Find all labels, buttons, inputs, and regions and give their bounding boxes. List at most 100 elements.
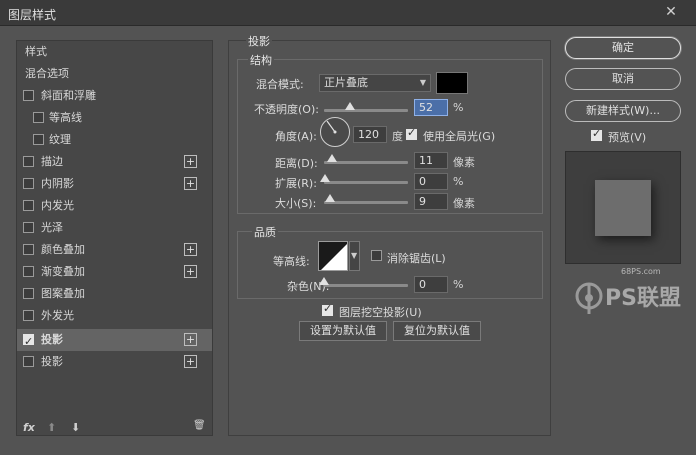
preview-label: 预览(V) bbox=[608, 131, 647, 144]
opacity-slider-track[interactable] bbox=[324, 109, 408, 112]
preview-swatch bbox=[595, 180, 651, 236]
contour-dropdown[interactable]: ▼ bbox=[349, 241, 360, 271]
outer-glow-checkbox[interactable] bbox=[23, 310, 34, 321]
spread-slider-track[interactable] bbox=[324, 181, 408, 184]
spread-unit: % bbox=[453, 175, 464, 188]
preview-checkbox[interactable] bbox=[591, 127, 602, 141]
satin-checkbox[interactable] bbox=[23, 222, 34, 233]
sidebar-item-label: 内发光 bbox=[41, 199, 74, 212]
shadow-color-swatch[interactable] bbox=[436, 72, 468, 94]
fx-icon[interactable]: fx bbox=[23, 421, 35, 434]
contour-checkbox[interactable] bbox=[33, 112, 44, 123]
watermark-site: 68PS.com bbox=[621, 267, 661, 276]
structure-title: 结构 bbox=[248, 52, 274, 68]
size-input[interactable]: 9 bbox=[414, 193, 448, 210]
opacity-label: 不透明度(O): bbox=[254, 103, 319, 116]
add-color-overlay-button[interactable]: + bbox=[184, 243, 197, 256]
sidebar-item-label: 颜色叠加 bbox=[41, 243, 85, 256]
sidebar-item-drop-shadow-1[interactable]: 投影 + bbox=[17, 329, 212, 353]
window-title: 图层样式 bbox=[8, 8, 57, 22]
spread-input[interactable]: 0 bbox=[414, 173, 448, 190]
contour-picker[interactable] bbox=[318, 241, 348, 271]
add-inner-shadow-button[interactable]: + bbox=[184, 177, 197, 190]
size-unit: 像素 bbox=[453, 197, 475, 210]
texture-checkbox[interactable] bbox=[33, 134, 44, 145]
inner-shadow-checkbox[interactable] bbox=[23, 178, 34, 189]
sidebar-item-label: 斜面和浮雕 bbox=[41, 89, 96, 102]
make-default-button[interactable]: 设置为默认值 bbox=[299, 321, 387, 341]
drop-shadow-1-checkbox[interactable] bbox=[23, 331, 34, 353]
knockout-label: 图层挖空投影(U) bbox=[339, 306, 422, 319]
add-drop-shadow-1-button[interactable]: + bbox=[184, 333, 197, 346]
noise-unit: % bbox=[453, 278, 464, 291]
contour-curve-icon bbox=[319, 242, 347, 270]
sidebar-item-inner-shadow[interactable]: 内阴影 + bbox=[17, 173, 212, 195]
new-style-button[interactable]: 新建样式(W)... bbox=[565, 100, 681, 122]
angle-dial[interactable] bbox=[320, 117, 350, 147]
sidebar-item-satin[interactable]: 光泽 bbox=[17, 217, 212, 239]
angle-label: 角度(A): bbox=[275, 130, 317, 143]
drop-shadow-2-checkbox[interactable] bbox=[23, 356, 34, 367]
sidebar-item-gradient-overlay[interactable]: 渐变叠加 + bbox=[17, 261, 212, 283]
distance-label: 距离(D): bbox=[275, 157, 318, 170]
distance-slider-thumb[interactable] bbox=[327, 154, 337, 162]
blend-mode-value: 正片叠底 bbox=[324, 76, 368, 89]
sidebar-item-blending-options[interactable]: 混合选项 bbox=[17, 63, 212, 85]
noise-slider-thumb[interactable] bbox=[319, 277, 329, 285]
noise-input[interactable]: 0 bbox=[414, 276, 448, 293]
size-slider-track[interactable] bbox=[324, 201, 408, 204]
inner-glow-checkbox[interactable] bbox=[23, 200, 34, 211]
bevel-emboss-checkbox[interactable] bbox=[23, 90, 34, 101]
gradient-overlay-checkbox[interactable] bbox=[23, 266, 34, 277]
watermark: 68PS.com PS联盟 bbox=[575, 267, 685, 328]
sidebar-item-texture[interactable]: 纹理 bbox=[17, 129, 212, 151]
sidebar-item-styles[interactable]: 样式 bbox=[17, 41, 212, 63]
blend-mode-select[interactable]: 正片叠底 ▼ bbox=[319, 74, 431, 92]
sidebar-item-label: 内阴影 bbox=[41, 177, 74, 190]
sidebar-item-label: 光泽 bbox=[41, 221, 63, 234]
noise-slider-track[interactable] bbox=[324, 284, 408, 287]
watermark-logo-icon bbox=[575, 282, 603, 314]
sidebar-item-drop-shadow-2[interactable]: 投影 + bbox=[17, 351, 212, 373]
panel-title: 投影 bbox=[246, 33, 272, 49]
opacity-slider-thumb[interactable] bbox=[345, 102, 355, 110]
angle-needle bbox=[326, 120, 337, 134]
knockout-checkbox[interactable] bbox=[322, 302, 333, 316]
sidebar-item-pattern-overlay[interactable]: 图案叠加 bbox=[17, 283, 212, 305]
antialias-label: 消除锯齿(L) bbox=[387, 252, 446, 265]
add-stroke-button[interactable]: + bbox=[184, 155, 197, 168]
chevron-down-icon: ▼ bbox=[351, 251, 358, 260]
stroke-checkbox[interactable] bbox=[23, 156, 34, 167]
sidebar-item-bevel-emboss[interactable]: 斜面和浮雕 bbox=[17, 85, 212, 107]
sidebar-item-outer-glow[interactable]: 外发光 bbox=[17, 305, 212, 327]
sidebar-item-label: 投影 bbox=[41, 333, 63, 346]
angle-input[interactable]: 120 bbox=[353, 126, 387, 143]
cancel-button[interactable]: 取消 bbox=[565, 68, 681, 90]
reset-default-button[interactable]: 复位为默认值 bbox=[393, 321, 481, 341]
sidebar-item-label: 样式 bbox=[25, 45, 47, 58]
sidebar-item-stroke[interactable]: 描边 + bbox=[17, 151, 212, 173]
trash-icon[interactable]: 🗑 bbox=[193, 420, 206, 431]
sidebar-item-contour[interactable]: 等高线 bbox=[17, 107, 212, 129]
distance-input[interactable]: 11 bbox=[414, 152, 448, 169]
close-icon[interactable]: ✕ bbox=[652, 2, 690, 22]
move-down-icon[interactable]: ⬇ bbox=[71, 421, 80, 434]
pattern-overlay-checkbox[interactable] bbox=[23, 288, 34, 299]
antialias-checkbox[interactable] bbox=[371, 250, 382, 261]
add-gradient-overlay-button[interactable]: + bbox=[184, 265, 197, 278]
sidebar-item-label: 等高线 bbox=[49, 111, 82, 124]
color-overlay-checkbox[interactable] bbox=[23, 244, 34, 255]
distance-unit: 像素 bbox=[453, 156, 475, 169]
global-light-label: 使用全局光(G) bbox=[423, 130, 496, 143]
size-slider-thumb[interactable] bbox=[325, 194, 335, 202]
spread-slider-thumb[interactable] bbox=[320, 174, 330, 182]
sidebar-item-inner-glow[interactable]: 内发光 bbox=[17, 195, 212, 217]
sidebar-item-color-overlay[interactable]: 颜色叠加 + bbox=[17, 239, 212, 261]
global-light-checkbox[interactable] bbox=[406, 126, 417, 140]
add-drop-shadow-2-button[interactable]: + bbox=[184, 355, 197, 368]
move-up-icon[interactable]: ⬆ bbox=[47, 421, 56, 434]
blend-mode-label: 混合模式: bbox=[256, 78, 304, 91]
contour-label: 等高线: bbox=[273, 255, 310, 268]
opacity-input[interactable]: 52 bbox=[414, 99, 448, 116]
ok-button[interactable]: 确定 bbox=[565, 37, 681, 59]
